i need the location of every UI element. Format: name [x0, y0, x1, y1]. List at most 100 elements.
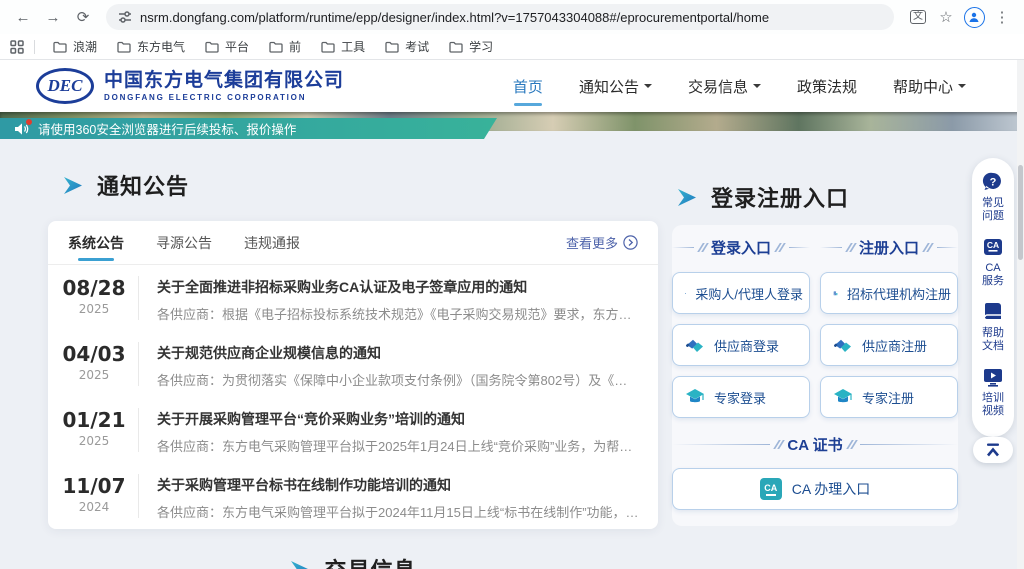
- bookmark-folder-pingtai[interactable]: 平台: [197, 36, 257, 57]
- notice-body: 关于全面推进非招标采购业务CA认证及电子签章应用的通知 各供应商：根据《电子招标…: [157, 273, 640, 323]
- page-scrollbar[interactable]: [1017, 60, 1024, 569]
- button-label: 招标代理机构注册: [847, 284, 951, 303]
- nav-label: 交易信息: [688, 76, 748, 97]
- tab-sourcing-notices[interactable]: 寻源公告: [156, 221, 212, 264]
- divider: [138, 342, 139, 386]
- tab-groups-icon[interactable]: [10, 40, 24, 54]
- folder-icon: [53, 41, 67, 53]
- nav-notices[interactable]: 通知公告: [579, 60, 652, 112]
- bookmark-label: 浪潮: [73, 38, 97, 55]
- bookmark-folder-qian[interactable]: 前: [261, 36, 309, 57]
- bookmark-folder-langchao[interactable]: 浪潮: [45, 36, 105, 57]
- group-label: 注册入口: [859, 237, 919, 258]
- decor-slashes: [777, 243, 783, 252]
- button-label: 专家登录: [714, 388, 766, 407]
- nav-label: 通知公告: [579, 76, 639, 97]
- bookmarks-bar: 浪潮 东方电气 平台 前 工具 考试 学习: [0, 34, 1024, 60]
- entry-panel: 登录入口 注册入口: [672, 225, 958, 526]
- notice-title[interactable]: 关于采购管理平台标书在线制作功能培训的通知: [157, 475, 640, 495]
- purchaser-agent-login-button[interactable]: 采购人/代理人登录: [672, 272, 810, 314]
- page-body: DEC 中国东方电气集团有限公司 DONGFANG ELECTRIC CORPO…: [0, 60, 1024, 569]
- company-name-en: DONGFANG ELECTRIC CORPORATION: [104, 93, 344, 102]
- notice-title[interactable]: 关于规范供应商企业规模信息的通知: [157, 343, 640, 363]
- divider: [138, 408, 139, 452]
- decor-slashes: [776, 440, 782, 449]
- notice-title[interactable]: 关于开展采购管理平台“竞价采购业务”培训的通知: [157, 409, 640, 429]
- bookmark-folder-gongju[interactable]: 工具: [313, 36, 373, 57]
- browser-menu-icon[interactable]: ⋮: [990, 5, 1014, 29]
- entry-section: 登录注册入口 登录入口 注册入口: [672, 131, 958, 569]
- handshake-icon: [685, 336, 705, 354]
- help-docs-button[interactable]: 帮助文档: [981, 301, 1005, 353]
- circle-chevron-right-icon: [623, 235, 638, 250]
- back-icon[interactable]: ←: [10, 4, 36, 30]
- browser-toolbar: ← → ⟳ nsrm.dongfang.com/platform/runtime…: [0, 0, 1024, 34]
- nav-trade-info[interactable]: 交易信息: [688, 60, 761, 112]
- nav-help-center[interactable]: 帮助中心: [893, 60, 966, 112]
- ca-card-icon: CA: [982, 236, 1004, 258]
- back-to-top-button[interactable]: [973, 437, 1013, 463]
- expert-register-button[interactable]: 专家注册: [820, 376, 958, 418]
- bookmark-folder-dongfang[interactable]: 东方电气: [109, 36, 193, 57]
- view-more-link[interactable]: 查看更多: [566, 233, 638, 252]
- button-label: 供应商注册: [862, 336, 927, 355]
- reload-icon[interactable]: ⟳: [70, 4, 96, 30]
- divider: [138, 474, 139, 518]
- decor-slashes: [700, 243, 706, 252]
- notice-tabs: 系统公告 寻源公告 违规通报 查看更多: [48, 221, 658, 265]
- bookmark-folder-xuexi[interactable]: 学习: [441, 36, 501, 57]
- decor-slashes: [925, 243, 931, 252]
- notice-ticker[interactable]: 请使用360安全浏览器进行后续投标、报价操作: [0, 118, 497, 139]
- divider: [672, 444, 770, 445]
- date-mmdd: 11/07: [62, 474, 126, 498]
- ca-service-button[interactable]: CA CA服务: [981, 236, 1005, 288]
- supplier-login-button[interactable]: 供应商登录: [672, 324, 810, 366]
- alert-dot: [26, 119, 32, 125]
- notice-date: 11/07 2024: [62, 471, 126, 521]
- tab-violation-reports[interactable]: 违规通报: [244, 221, 300, 264]
- supplier-register-button[interactable]: 供应商注册: [820, 324, 958, 366]
- company-logo[interactable]: DEC 中国东方电气集团有限公司 DONGFANG ELECTRIC CORPO…: [36, 68, 344, 104]
- tab-system-notices[interactable]: 系统公告: [68, 221, 124, 264]
- decor-slashes: [849, 440, 855, 449]
- url-text[interactable]: nsrm.dongfang.com/platform/runtime/epp/d…: [140, 10, 769, 25]
- site-settings-icon[interactable]: [118, 10, 132, 24]
- profile-avatar[interactable]: [962, 5, 986, 29]
- divider: [34, 40, 35, 54]
- bookmark-star-icon[interactable]: ☆: [934, 5, 958, 29]
- book-icon: [982, 301, 1004, 323]
- nav-policies[interactable]: 政策法规: [797, 60, 857, 112]
- notice-list-item[interactable]: 08/28 2025 关于全面推进非招标采购业务CA认证及电子签章应用的通知 各…: [48, 265, 658, 331]
- notice-list-item[interactable]: 01/21 2025 关于开展采购管理平台“竞价采购业务”培训的通知 各供应商：…: [48, 397, 658, 463]
- ca-group-head: CA 证书: [672, 434, 958, 455]
- notice-list-item[interactable]: 11/07 2024 关于采购管理平台标书在线制作功能培训的通知 各供应商：东方…: [48, 463, 658, 529]
- nav-home[interactable]: 首页: [513, 60, 543, 112]
- faq-button[interactable]: ? 常见问题: [981, 171, 1005, 223]
- training-videos-button[interactable]: 培训视频: [981, 366, 1005, 418]
- chevron-down-icon: [958, 84, 966, 92]
- entry-buttons: 采购人/代理人登录 招标代理机构注册: [672, 272, 958, 418]
- notice-title[interactable]: 关于全面推进非招标采购业务CA认证及电子签章应用的通知: [157, 277, 640, 297]
- button-label: 供应商登录: [714, 336, 779, 355]
- notice-body: 关于规范供应商企业规模信息的通知 各供应商：为贯彻落实《保障中小企业款项支付条例…: [157, 339, 640, 389]
- folder-icon: [321, 41, 335, 53]
- notice-date: 04/03 2025: [62, 339, 126, 389]
- decor-slashes: [848, 243, 854, 252]
- bidding-agency-register-button[interactable]: 招标代理机构注册: [820, 272, 958, 314]
- forward-icon[interactable]: →: [40, 4, 66, 30]
- nav-label: 首页: [513, 76, 543, 97]
- divider: [937, 247, 959, 248]
- bookmark-folder-kaoshi[interactable]: 考试: [377, 36, 437, 57]
- nav-label: 帮助中心: [893, 76, 953, 97]
- address-bar[interactable]: nsrm.dongfang.com/platform/runtime/epp/d…: [106, 4, 894, 30]
- ca-entry-button[interactable]: CA CA 办理入口: [672, 468, 958, 510]
- folder-icon: [205, 41, 219, 53]
- scrollbar-thumb[interactable]: [1018, 165, 1023, 260]
- section-arrow-icon: [62, 177, 84, 194]
- expert-login-button[interactable]: 专家登录: [672, 376, 810, 418]
- main-nav: 首页 通知公告 交易信息 政策法规 帮助中心: [513, 60, 966, 112]
- translate-icon[interactable]: 文: [906, 5, 930, 29]
- notice-list-item[interactable]: 04/03 2025 关于规范供应商企业规模信息的通知 各供应商：为贯彻落实《保…: [48, 331, 658, 397]
- content-columns: 通知公告 系统公告 寻源公告 违规通报 查看更多: [0, 131, 1024, 569]
- notice-date: 01/21 2025: [62, 405, 126, 455]
